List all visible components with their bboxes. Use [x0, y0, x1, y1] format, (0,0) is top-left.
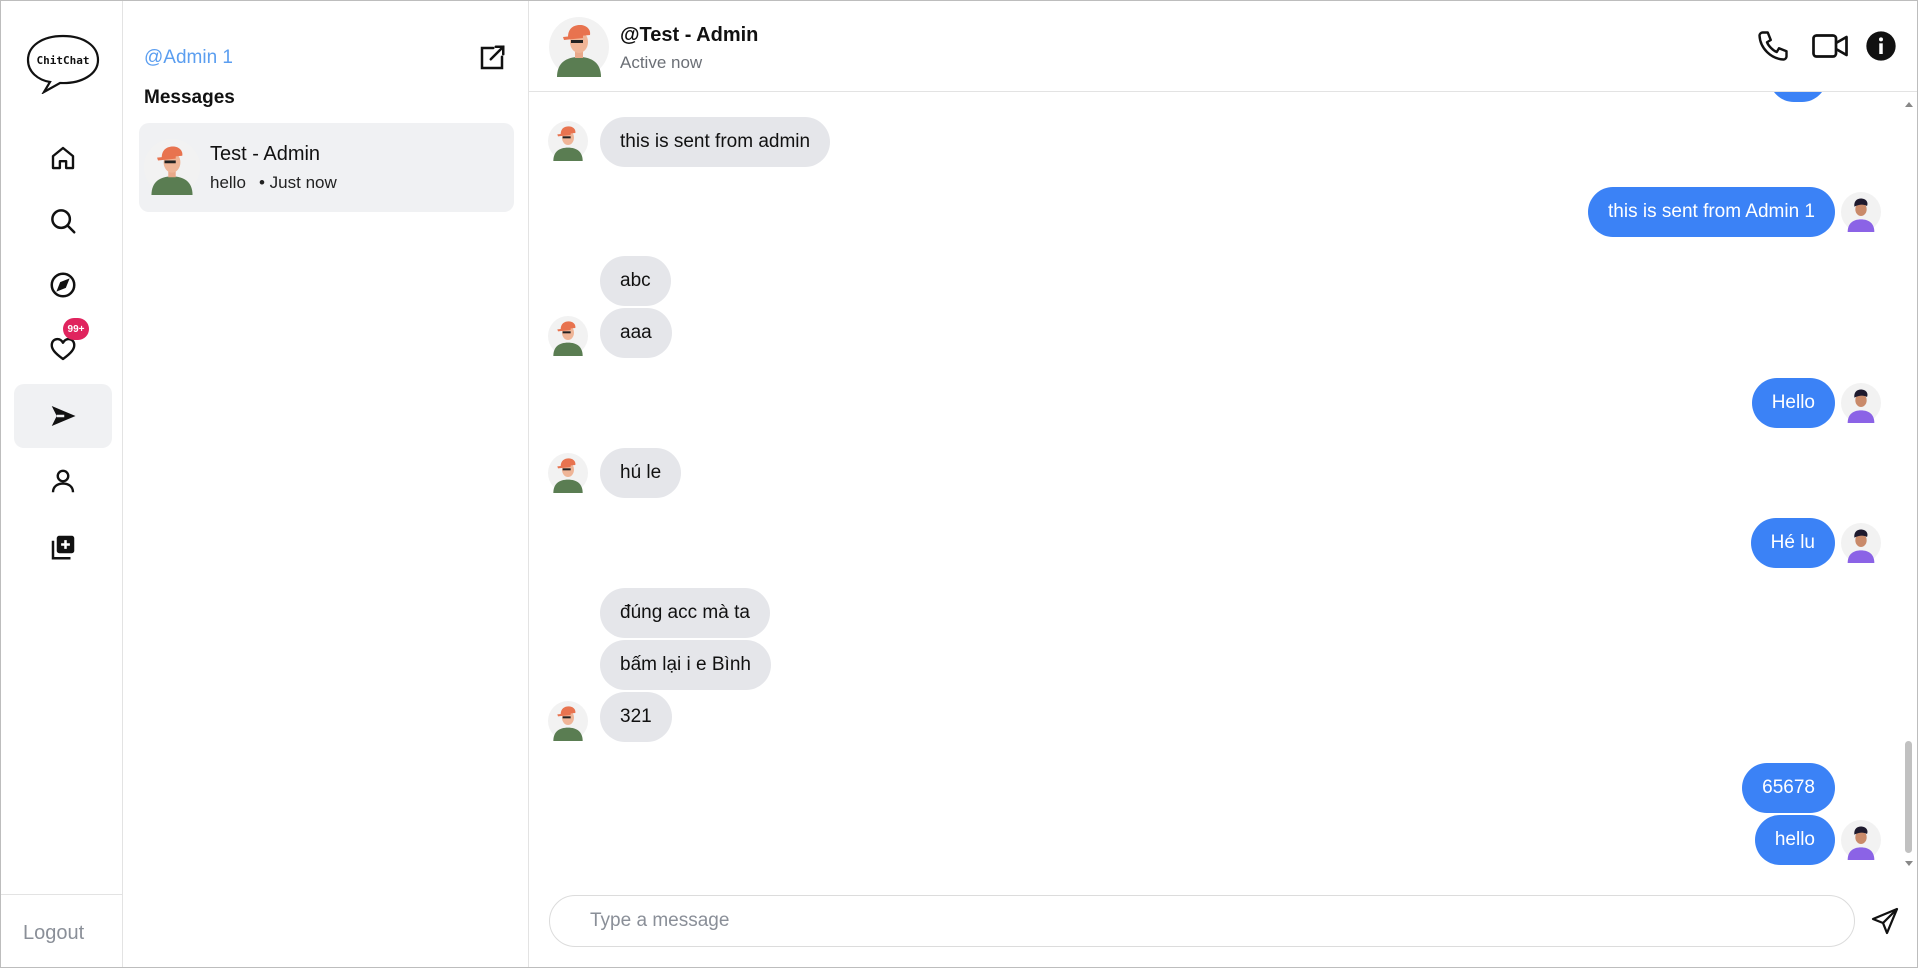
search-icon: [51, 209, 76, 234]
message-bubble-outgoing: this is sent from Admin 1: [1588, 187, 1835, 237]
message-bubble-outgoing: Hé lu: [1750, 518, 1835, 568]
sender-avatar: [548, 121, 588, 161]
nav-explore-button[interactable]: [14, 253, 112, 317]
message-bubble-incoming: hú le: [600, 448, 682, 498]
user-icon: [51, 469, 75, 493]
phone-icon[interactable]: [1755, 28, 1791, 64]
sender-avatar: [548, 453, 588, 493]
new-message-icon[interactable]: [477, 43, 507, 73]
chat-pane: @Test - Admin Active now this is sent fr…: [529, 1, 1917, 967]
sender-avatar: [548, 701, 588, 741]
chitchat-logo[interactable]: ChitChat: [24, 32, 102, 94]
scroll-up-arrow[interactable]: [1905, 102, 1913, 107]
own-avatar: [1841, 383, 1881, 423]
conversation-name: Test - Admin: [210, 143, 321, 165]
scroll-down-arrow[interactable]: [1905, 861, 1913, 866]
nav-profile-button[interactable]: [14, 449, 112, 513]
conversation-list-panel: @Admin 1 Messages Test - Admin hello • J…: [123, 1, 529, 967]
compass-icon: [50, 272, 76, 298]
nav-create-button[interactable]: [14, 515, 112, 579]
message-bubble-incoming: aaa: [600, 308, 672, 358]
conversation-item[interactable]: Test - Admin hello • Just now: [139, 123, 514, 212]
home-icon: [51, 146, 75, 170]
nav-messages-button[interactable]: [14, 384, 112, 448]
message-bubble-incoming: abc: [600, 256, 671, 306]
conversation-time: • Just now: [259, 173, 337, 192]
nav-search-button[interactable]: [14, 189, 112, 253]
nav-rail: ChitChat 99+ Logout: [1, 1, 123, 967]
contact-avatar[interactable]: [549, 17, 609, 77]
logo-text: ChitChat: [37, 54, 90, 67]
send-message-icon[interactable]: [1869, 905, 1901, 937]
scrollbar-thumb[interactable]: [1905, 741, 1912, 853]
conversation-preview: hello: [210, 173, 246, 192]
sender-avatar: [548, 316, 588, 356]
info-icon[interactable]: [1865, 30, 1897, 62]
messages-heading: Messages: [144, 87, 235, 108]
current-username[interactable]: @Admin 1: [144, 47, 233, 69]
message-thread[interactable]: this is sent from admin this is sent fro…: [529, 92, 1917, 867]
add-post-icon: [51, 535, 75, 560]
video-call-icon[interactable]: [1810, 28, 1850, 64]
message-input[interactable]: [549, 895, 1855, 947]
message-bubble-clipped: [1769, 92, 1827, 102]
avatar: [144, 139, 200, 195]
message-bubble-incoming: đúng acc mà ta: [600, 588, 770, 638]
chat-status: Active now: [620, 53, 703, 72]
message-bubble-outgoing: hello: [1754, 815, 1835, 865]
message-bubble-incoming: 321: [600, 692, 672, 742]
chat-header: @Test - Admin Active now: [529, 1, 1917, 92]
notification-badge: 99+: [63, 318, 89, 340]
message-composer: [529, 867, 1917, 967]
message-bubble-incoming: bấm lại i e Bình: [600, 640, 771, 690]
logout-button[interactable]: Logout: [23, 922, 84, 945]
send-icon: [51, 406, 76, 426]
app-window: ChitChat 99+ Logout @Admin 1 Messages Te…: [0, 0, 1918, 968]
message-bubble-outgoing: Hello: [1751, 378, 1835, 428]
message-bubble-incoming: this is sent from admin: [600, 117, 831, 167]
message-bubble-outgoing: 65678: [1742, 763, 1835, 813]
own-avatar: [1841, 523, 1881, 563]
own-avatar: [1841, 192, 1881, 232]
rail-divider: [1, 894, 122, 895]
nav-home-button[interactable]: [14, 126, 112, 190]
chat-title: @Test - Admin: [620, 24, 759, 46]
own-avatar: [1841, 820, 1881, 860]
